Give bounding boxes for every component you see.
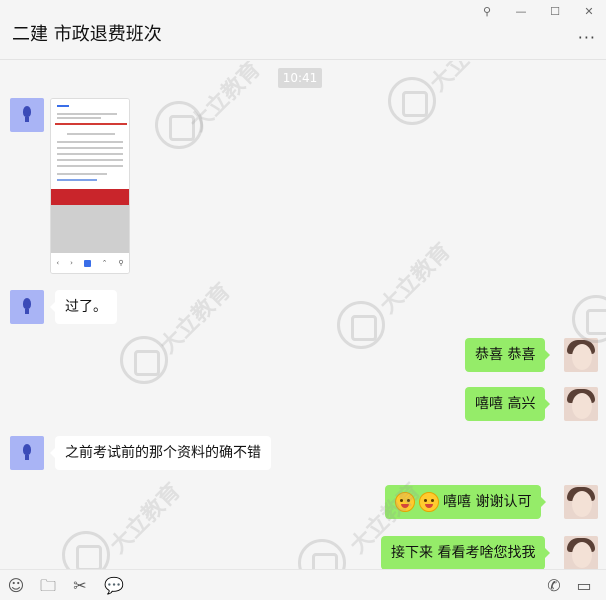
screenshot-nav: ‹ › ⌃ ⚲ bbox=[51, 253, 129, 273]
contact-avatar[interactable] bbox=[10, 436, 44, 470]
contact-avatar[interactable] bbox=[10, 98, 44, 132]
window-controls: ⚲ — ☐ ✕ bbox=[470, 0, 606, 22]
message-bubble-outgoing[interactable]: 嘻嘻 高兴 bbox=[465, 387, 551, 421]
message-bubble-incoming[interactable]: 之前考试前的那个资料的确不错 bbox=[50, 436, 271, 470]
pin-icon[interactable]: ⚲ bbox=[470, 0, 504, 22]
contact-avatar[interactable] bbox=[10, 290, 44, 324]
message-bubble-outgoing[interactable]: 嘻嘻 谢谢认可 bbox=[385, 485, 547, 519]
maximize-icon[interactable]: ☐ bbox=[538, 0, 572, 22]
minimize-icon[interactable]: — bbox=[504, 0, 538, 22]
phone-icon[interactable]: ✆ bbox=[544, 576, 564, 596]
title-bar: 二建 市政退费班次 ⚲ — ☐ ✕ ··· bbox=[0, 0, 606, 60]
message-bubble-incoming[interactable]: 过了。 bbox=[50, 290, 117, 324]
video-icon[interactable]: ▭ bbox=[574, 576, 594, 596]
emoji-icon bbox=[419, 492, 439, 512]
chat-history-icon[interactable]: 💬 bbox=[104, 576, 124, 596]
message-bubble-outgoing[interactable]: 接下来 看看考啥您找我 bbox=[381, 536, 551, 569]
emoji-icon[interactable]: ☺ bbox=[6, 576, 26, 596]
chat-area[interactable]: 10:41 ‹ › ⌃ ⚲ 过了。 恭喜 恭喜 嘻嘻 高兴 之前考试前的那个资料… bbox=[0, 61, 606, 569]
more-options-icon[interactable]: ··· bbox=[578, 28, 596, 47]
scissors-icon[interactable]: ✂ bbox=[70, 576, 90, 596]
chat-title: 二建 市政退费班次 bbox=[12, 24, 162, 45]
message-timestamp: 10:41 bbox=[278, 68, 322, 88]
emoji-icon bbox=[395, 492, 415, 512]
folder-icon[interactable]: 🗀 bbox=[38, 576, 58, 596]
message-bubble-outgoing[interactable]: 恭喜 恭喜 bbox=[465, 338, 551, 372]
my-avatar[interactable] bbox=[564, 338, 598, 372]
screenshot-image[interactable]: ‹ › ⌃ ⚲ bbox=[50, 98, 130, 274]
my-avatar[interactable] bbox=[564, 485, 598, 519]
my-avatar[interactable] bbox=[564, 387, 598, 421]
input-toolbar: ☺ 🗀 ✂ 💬 ✆ ▭ bbox=[0, 569, 606, 600]
message-text: 嘻嘻 谢谢认可 bbox=[443, 494, 532, 510]
my-avatar[interactable] bbox=[564, 536, 598, 569]
close-icon[interactable]: ✕ bbox=[572, 0, 606, 22]
